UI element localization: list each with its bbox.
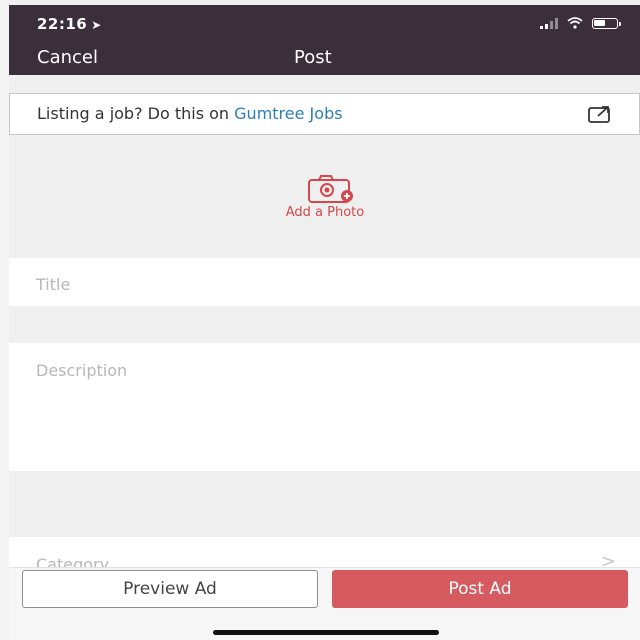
category-selector[interactable]: Category >: [9, 537, 640, 567]
location-arrow-icon: ➤: [91, 18, 102, 32]
status-bar-icons: [540, 17, 621, 29]
external-link-icon[interactable]: [588, 105, 612, 123]
cellular-signal-icon: [540, 17, 558, 29]
status-bar-time: 22:16 ➤: [37, 15, 102, 33]
top-navigation-bar: 22:16 ➤ Cancel Post: [9, 5, 640, 75]
category-label: Category: [36, 555, 110, 567]
home-indicator[interactable]: [213, 630, 439, 635]
job-banner-message: Listing a job? Do this on: [37, 104, 235, 123]
add-photo-button[interactable]: Add a Photo: [257, 175, 393, 225]
title-input[interactable]: Title: [9, 258, 640, 306]
job-banner-text: Listing a job? Do this on Gumtree Jobs: [37, 104, 343, 123]
title-placeholder: Title: [36, 275, 71, 294]
preview-ad-button[interactable]: Preview Ad: [22, 570, 318, 608]
screen-edge: [0, 0, 9, 640]
cancel-button[interactable]: Cancel: [37, 47, 98, 68]
chevron-right-icon: >: [600, 551, 616, 567]
wifi-icon: [567, 17, 583, 29]
post-ad-button[interactable]: Post Ad: [332, 570, 628, 608]
job-listing-banner[interactable]: Listing a job? Do this on Gumtree Jobs: [9, 93, 640, 135]
camera-plus-icon: [308, 175, 353, 203]
bottom-action-bar: Preview Ad Post Ad: [9, 567, 640, 640]
battery-icon: [592, 17, 621, 29]
gumtree-jobs-link[interactable]: Gumtree Jobs: [234, 104, 342, 123]
time-text: 22:16: [37, 15, 88, 33]
description-input[interactable]: Description: [9, 343, 640, 471]
app-screen: 22:16 ➤ Cancel Post Listing a job? Do thi…: [9, 0, 640, 640]
add-photo-label: Add a Photo: [285, 205, 365, 220]
page-title: Post: [294, 47, 332, 68]
description-placeholder: Description: [36, 361, 128, 380]
